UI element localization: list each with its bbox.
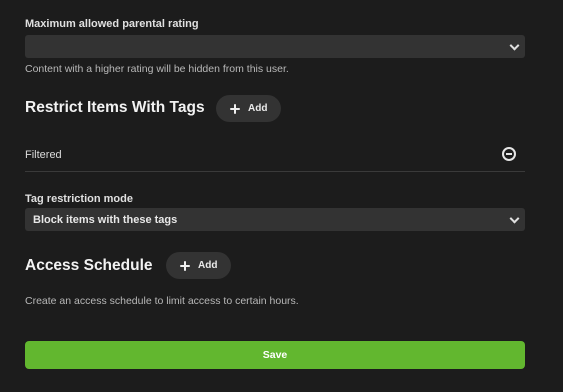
plus-icon (230, 103, 240, 114)
add-schedule-button[interactable]: Add (166, 252, 232, 279)
restrict-tags-title: Restrict Items With Tags (25, 99, 205, 116)
access-schedule-helper: Create an access schedule to limit acces… (25, 295, 299, 307)
tag-mode-value: Block items with these tags (33, 213, 178, 226)
remove-tag-icon[interactable] (502, 147, 516, 161)
save-button-label: Save (262, 349, 288, 361)
chevron-down-icon (509, 213, 520, 224)
add-tag-button[interactable]: Add (216, 95, 282, 122)
filtered-tag-label: Filtered (25, 149, 62, 161)
add-schedule-button-label: Add (198, 260, 218, 271)
tag-divider (25, 171, 525, 172)
access-schedule-title: Access Schedule (25, 257, 153, 274)
parental-rating-label: Maximum allowed parental rating (25, 18, 199, 30)
tag-mode-label: Tag restriction mode (25, 193, 133, 205)
parental-control-settings: Maximum allowed parental rating Content … (0, 0, 563, 392)
parental-rating-helper: Content with a higher rating will be hid… (25, 63, 289, 75)
chevron-down-icon (509, 40, 520, 51)
save-button[interactable]: Save (25, 341, 525, 369)
add-tag-button-label: Add (248, 103, 268, 114)
tag-mode-select[interactable]: Block items with these tags (25, 208, 525, 231)
plus-icon (180, 260, 190, 271)
parental-rating-select[interactable] (25, 35, 525, 58)
